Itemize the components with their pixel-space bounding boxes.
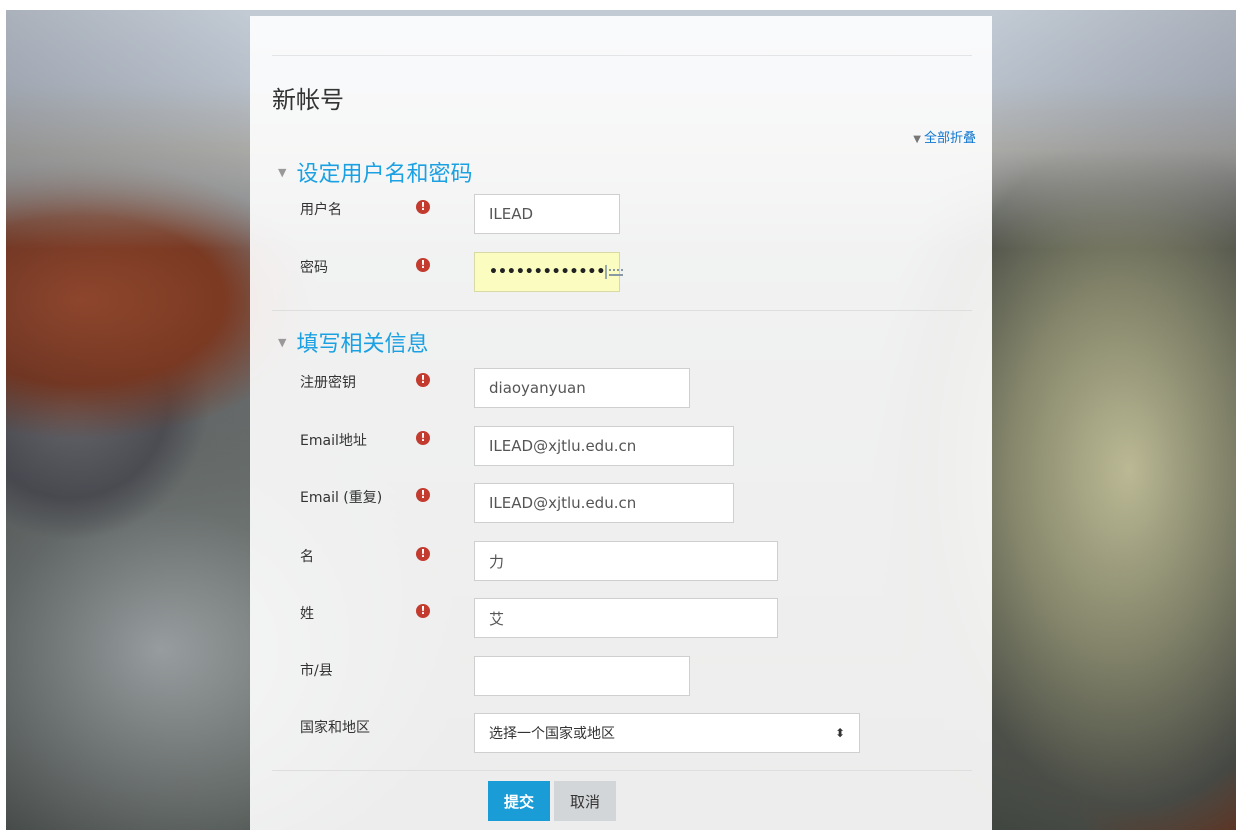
country-label: 国家和地区 [300, 720, 370, 736]
email-repeat-label: Email (重复) [300, 490, 383, 506]
city-label: 市/县 [300, 663, 333, 679]
divider [272, 310, 972, 311]
email-label: Email地址 [300, 433, 367, 449]
enrolment-key-field[interactable]: diaoyanyuan [474, 368, 690, 408]
required-icon: ! [416, 547, 430, 561]
email-repeat-field[interactable]: ILEAD@xjtlu.edu.cn [474, 483, 734, 523]
triangle-down-icon: ▼ [278, 165, 287, 179]
section-header-details[interactable]: ▼ 填写相关信息 [278, 326, 428, 358]
triangle-down-icon: ▼ [278, 335, 287, 349]
country-selected: 选择一个国家或地区 [489, 726, 615, 742]
lastname-field[interactable]: 艾 [474, 598, 778, 638]
section-title: 设定用户名和密码 [296, 162, 473, 187]
city-field[interactable] [474, 656, 690, 696]
enrolment-key-label: 注册密钥 [300, 375, 356, 391]
email-field[interactable]: ILEAD@xjtlu.edu.cn [474, 426, 734, 466]
page-title: 新帐号 [272, 86, 344, 114]
collapse-all-link[interactable]: ▼ 全部折叠 [913, 127, 976, 146]
top-edge [0, 0, 1242, 10]
password-field[interactable]: ••••••••••••• [474, 252, 624, 292]
divider [272, 55, 972, 56]
section-header-credentials[interactable]: ▼ 设定用户名和密码 [278, 156, 472, 188]
divider [272, 770, 972, 771]
required-icon: ! [416, 431, 430, 445]
username-label: 用户名 [300, 202, 342, 218]
collapse-all-label: 全部折叠 [923, 131, 976, 146]
country-select[interactable]: 选择一个国家或地区 ⬍ [474, 713, 860, 753]
right-edge [1236, 0, 1242, 830]
cancel-button[interactable]: 取消 [554, 781, 616, 821]
section-title: 填写相关信息 [296, 332, 429, 357]
firstname-label: 名 [300, 549, 314, 565]
up-down-arrows-icon: ⬍ [834, 726, 845, 740]
required-icon: ! [416, 373, 430, 387]
triangle-down-icon: ▼ [913, 134, 921, 145]
username-field[interactable]: ILEAD [474, 194, 620, 234]
submit-button[interactable]: 提交 [488, 781, 550, 821]
required-icon: ! [416, 488, 430, 502]
required-icon: ! [416, 200, 430, 214]
password-label: 密码 [300, 260, 328, 276]
password-value: ••••••••••••• [489, 264, 606, 280]
required-icon: ! [416, 604, 430, 618]
lastname-label: 姓 [300, 606, 314, 622]
firstname-field[interactable]: 力 [474, 541, 778, 581]
keyboard-icon[interactable] [605, 265, 624, 279]
signup-form-card: 新帐号 ▼ 全部折叠 ▼ 设定用户名和密码 用户名 ! ILEAD 密码 ! •••… [250, 16, 992, 830]
required-icon: ! [416, 258, 430, 272]
left-edge [0, 0, 6, 830]
